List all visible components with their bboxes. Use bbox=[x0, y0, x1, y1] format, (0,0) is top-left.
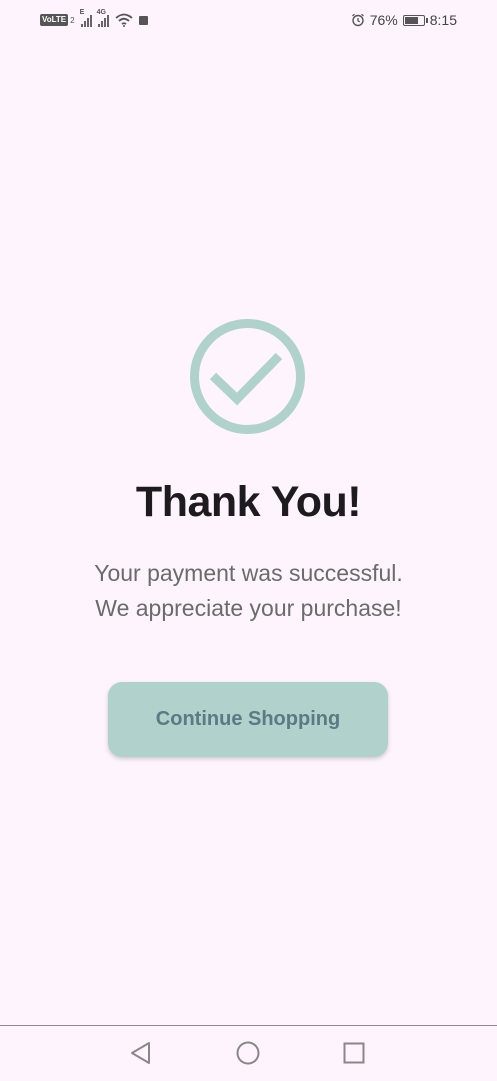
message-line-1: Your payment was successful. bbox=[94, 560, 403, 586]
alarm-icon bbox=[351, 13, 364, 27]
network-type-label: 4G bbox=[96, 9, 106, 16]
system-nav-bar bbox=[0, 1025, 497, 1081]
check-circle-icon bbox=[189, 318, 306, 435]
volte-badge: VoLTE bbox=[40, 14, 69, 26]
signal-strength-icon: 4G bbox=[97, 9, 109, 27]
success-message: Your payment was successful. We apprecia… bbox=[0, 556, 497, 626]
sim-number: 2 bbox=[70, 15, 75, 25]
battery-percent: 76% bbox=[369, 12, 398, 28]
status-left-cluster: VoLTE 2 E 4G bbox=[40, 9, 148, 30]
status-bar: VoLTE 2 E 4G 76% 8:15 bbox=[0, 0, 497, 40]
battery-level-fill bbox=[404, 16, 418, 24]
continue-shopping-label: Continue Shopping bbox=[155, 708, 341, 730]
recent-apps-square-icon[interactable] bbox=[341, 1040, 367, 1066]
continue-shopping-button[interactable]: Continue Shopping bbox=[108, 682, 388, 757]
signal-strength-icon: E bbox=[80, 9, 92, 27]
home-circle-icon[interactable] bbox=[235, 1040, 261, 1066]
notification-dot-icon bbox=[138, 15, 148, 25]
message-line-2: We appreciate your purchase! bbox=[95, 595, 402, 621]
wifi-icon bbox=[115, 13, 133, 27]
clock-time: 8:15 bbox=[429, 12, 457, 28]
battery-icon bbox=[402, 14, 428, 26]
network-type-label: E bbox=[79, 9, 85, 16]
back-triangle-icon[interactable] bbox=[128, 1040, 154, 1066]
status-right-cluster: 76% 8:15 bbox=[351, 10, 457, 30]
page-title: Thank You! bbox=[135, 478, 362, 526]
